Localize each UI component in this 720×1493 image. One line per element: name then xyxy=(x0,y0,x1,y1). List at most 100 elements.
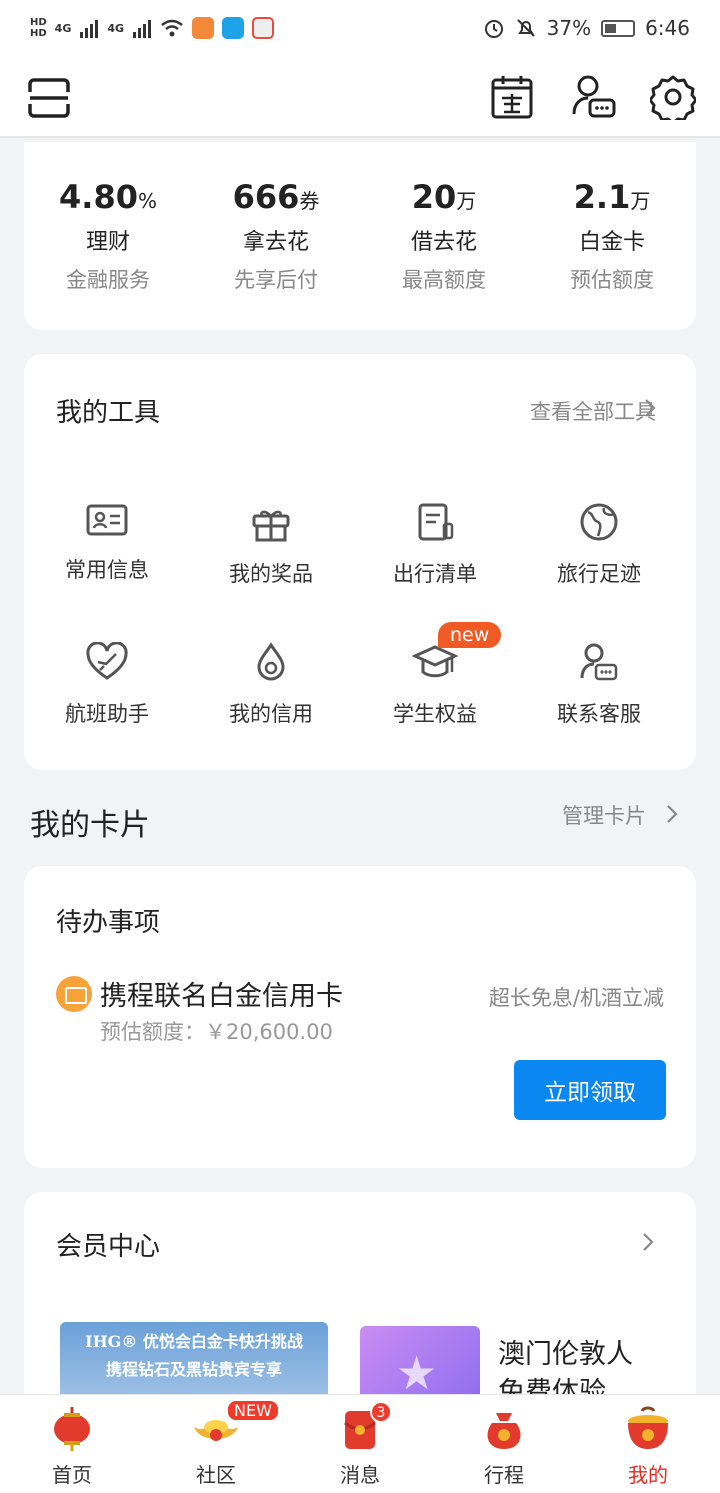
id-card-icon xyxy=(86,504,128,536)
battery-icon xyxy=(601,19,636,37)
status-bar: HD HD 4G 4G 37% 6:46 xyxy=(0,0,720,56)
hd-indicator: HD HD xyxy=(30,17,47,39)
tools-card: 我的工具 查看全部工具 常用信息 我的奖品 出行清单 旅行足迹 航班助手 我的信… xyxy=(24,354,696,770)
settings-gear-icon[interactable] xyxy=(650,74,696,120)
finance-value: 20万 xyxy=(411,178,477,216)
checklist-icon xyxy=(418,503,454,541)
tab-label: 行程 xyxy=(484,1463,524,1487)
finance-name: 白金卡 xyxy=(578,230,645,255)
status-left: HD HD 4G 4G xyxy=(30,17,275,39)
my-cards-title: 我的卡片 xyxy=(30,808,150,843)
todo-card-name[interactable]: 携程联名白金信用卡 xyxy=(100,974,343,1013)
signal-bars-icon xyxy=(80,20,99,38)
chevron-right-icon xyxy=(667,805,678,823)
tool-flight-assistant[interactable]: 航班助手 xyxy=(24,642,190,728)
promo-line: 携程钻石及黑钻贵宾专享 xyxy=(105,1360,282,1379)
mute-bell-icon xyxy=(516,19,535,37)
promo-line: IHG® 优悦会白金卡快升挑战 xyxy=(85,1332,303,1351)
alarm-icon xyxy=(484,20,503,38)
lucky-bag-icon xyxy=(487,1413,521,1449)
tool-label: 联系客服 xyxy=(557,702,641,726)
manage-cards-link[interactable]: 管理卡片 xyxy=(562,800,646,830)
tab-trips[interactable]: 行程 xyxy=(432,1395,576,1493)
finance-item-jiequhua[interactable]: 20万 借去花 最高额度 xyxy=(360,178,528,294)
tab-label: 社区 xyxy=(196,1463,236,1487)
finance-value: 666券 xyxy=(232,178,320,216)
member-center-title: 会员中心 xyxy=(56,1232,161,1262)
tab-label: 我的 xyxy=(628,1463,668,1487)
unread-count-badge: 3 xyxy=(370,1401,392,1423)
signal1-label: 4G xyxy=(54,21,72,35)
tool-travel-footprints[interactable]: 旅行足迹 xyxy=(516,502,682,588)
tool-label: 常用信息 xyxy=(65,558,149,582)
graduation-cap-icon xyxy=(412,645,458,678)
tool-travel-checklist[interactable]: 出行清单 xyxy=(352,502,518,588)
new-badge: NEW xyxy=(226,1399,280,1422)
tab-label: 消息 xyxy=(340,1463,380,1487)
tool-student-benefits[interactable]: 学生权益 xyxy=(352,642,518,728)
app-notification-icon xyxy=(222,17,245,39)
hd2-label: HD xyxy=(30,28,47,39)
finance-item-naquhua[interactable]: 666券 拿去花 先享后付 xyxy=(192,178,360,294)
signal-bars-icon xyxy=(133,20,152,38)
app-notification-icon xyxy=(192,17,215,39)
todo-card: 待办事项 携程联名白金信用卡 超长免息/机酒立减 预估额度：￥20,600.00… xyxy=(24,866,696,1168)
tool-common-info[interactable]: 常用信息 xyxy=(24,502,190,584)
globe-icon xyxy=(580,503,618,541)
tool-contact-service[interactable]: 联系客服 xyxy=(516,642,682,728)
credit-drop-icon xyxy=(257,642,285,681)
finance-sub: 金融服务 xyxy=(66,268,150,292)
app-notification-icon xyxy=(252,17,275,39)
tab-label: 首页 xyxy=(52,1463,92,1487)
finance-name: 理财 xyxy=(85,230,130,255)
finance-value: 2.1万 xyxy=(573,178,651,216)
tab-mine[interactable]: 我的 xyxy=(576,1395,720,1493)
flight-heart-icon xyxy=(86,642,128,680)
tab-community[interactable]: NEW 社区 xyxy=(144,1395,288,1493)
finance-value: 4.80% xyxy=(59,178,157,216)
clock: 6:46 xyxy=(645,16,690,40)
tab-home[interactable]: 首页 xyxy=(0,1395,144,1493)
promo-line: 澳门伦敦人 xyxy=(498,1339,633,1370)
finance-sub: 先享后付 xyxy=(234,268,318,292)
tool-my-prizes[interactable]: 我的奖品 xyxy=(188,502,354,588)
todo-title: 待办事项 xyxy=(56,908,161,938)
tool-label: 学生权益 xyxy=(393,702,477,726)
customer-service-icon[interactable] xyxy=(572,74,616,120)
finance-sub: 最高额度 xyxy=(402,268,486,292)
chevron-right-icon[interactable] xyxy=(642,1232,654,1252)
battery-percent: 37% xyxy=(546,16,592,40)
hd1-label: HD xyxy=(30,17,47,28)
wifi-icon xyxy=(161,19,183,37)
new-badge: new xyxy=(438,622,502,648)
finance-name: 借去花 xyxy=(410,230,477,255)
star-icon: ★ xyxy=(396,1346,438,1400)
lantern-icon xyxy=(54,1407,90,1451)
signal2-label: 4G xyxy=(107,21,125,35)
tools-title: 我的工具 xyxy=(56,398,161,428)
chevron-right-icon xyxy=(645,399,656,417)
bottom-tab-bar: 首页 NEW 社区 3 消息 行程 我的 xyxy=(0,1394,720,1493)
scan-icon[interactable] xyxy=(28,78,70,118)
customer-service-icon xyxy=(580,643,618,681)
finance-item-baijinka[interactable]: 2.1万 白金卡 预估额度 xyxy=(528,178,696,294)
top-bar xyxy=(0,56,720,138)
sign-in-calendar-icon[interactable] xyxy=(490,74,534,120)
pot-icon xyxy=(628,1406,668,1449)
tool-my-credit[interactable]: 我的信用 xyxy=(188,642,354,728)
tool-label: 旅行足迹 xyxy=(557,562,641,586)
tool-label: 我的奖品 xyxy=(229,562,313,586)
tool-label: 我的信用 xyxy=(229,702,313,726)
credit-card-icon xyxy=(56,976,92,1012)
finance-card: 4.80% 理财 金融服务 666券 拿去花 先享后付 20万 借去花 最高额度… xyxy=(24,142,696,330)
tab-messages[interactable]: 3 消息 xyxy=(288,1395,432,1493)
gift-icon xyxy=(252,510,290,542)
finance-name: 拿去花 xyxy=(242,230,309,255)
claim-now-button[interactable]: 立即领取 xyxy=(514,1060,666,1120)
status-right: 37% 6:46 xyxy=(483,16,690,40)
finance-item-licai[interactable]: 4.80% 理财 金融服务 xyxy=(24,178,192,294)
view-all-tools-link[interactable]: 查看全部工具 xyxy=(530,396,656,426)
todo-card-perk: 超长免息/机酒立减 xyxy=(488,986,664,1010)
tool-label: 航班助手 xyxy=(65,702,149,726)
todo-card-limit: 预估额度：￥20,600.00 xyxy=(100,1020,333,1044)
